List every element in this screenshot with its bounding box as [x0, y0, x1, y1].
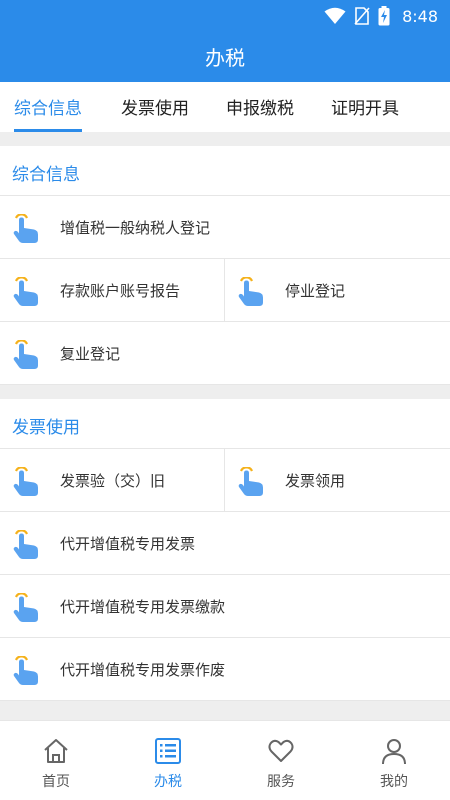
item-issue-vat-special-invoice[interactable]: 代开增值税专用发票: [0, 512, 450, 575]
section-title: 综合信息: [12, 165, 80, 185]
tap-hand-icon: [238, 467, 263, 496]
item-label: 代开增值税专用发票作废: [60, 661, 226, 679]
list-row: 代开增值税专用发票: [0, 512, 450, 575]
battery-charging-icon: [378, 6, 390, 26]
item-label: 代开增值税专用发票缴款: [60, 598, 226, 616]
section-header-general: 综合信息: [0, 146, 450, 196]
list-row: 存款账户账号报告 停业登记: [0, 259, 450, 322]
item-issue-vat-special-invoice-void[interactable]: 代开增值税专用发票作废: [0, 638, 450, 701]
list-row: 代开增值税专用发票缴款: [0, 575, 450, 638]
status-bar: 8:48: [0, 0, 450, 32]
nav-home[interactable]: 首页: [0, 721, 112, 800]
nav-label: 办税: [154, 774, 182, 790]
list-row: 复业登记: [0, 322, 450, 385]
item-business-suspension-registration[interactable]: 停业登记: [225, 259, 450, 322]
nav-label: 服务: [267, 774, 295, 790]
item-label: 代开增值税专用发票: [60, 535, 196, 553]
app-root: 8:48 办税 综合信息 发票使用 申报缴税 证明开具 综合信息 增值税一般纳税…: [0, 0, 450, 800]
item-label: 发票领用: [285, 472, 346, 490]
item-issue-vat-special-invoice-payment[interactable]: 代开增值税专用发票缴款: [0, 575, 450, 638]
item-label: 停业登记: [285, 282, 346, 300]
item-business-resumption-registration[interactable]: 复业登记: [0, 322, 450, 385]
tab-bar: 综合信息 发票使用 申报缴税 证明开具: [0, 82, 450, 132]
tap-hand-icon: [13, 656, 38, 685]
tap-hand-icon: [13, 214, 38, 243]
section-divider: [0, 132, 450, 146]
nav-label: 我的: [380, 774, 408, 790]
tab-certificate[interactable]: 证明开具: [331, 82, 399, 132]
tab-declare-pay[interactable]: 申报缴税: [226, 82, 294, 132]
tap-hand-icon: [13, 277, 38, 306]
item-label: 发票验（交）旧: [60, 472, 166, 490]
list-row: 增值税一般纳税人登记: [0, 196, 450, 259]
item-label: 存款账户账号报告: [60, 282, 181, 300]
no-sim-icon: [354, 7, 370, 25]
wifi-icon: [324, 7, 346, 24]
section-header-invoice: 发票使用: [0, 399, 450, 449]
tap-hand-icon: [13, 593, 38, 622]
section-divider: [0, 701, 450, 720]
bottom-nav: 首页 办税 服务 我的: [0, 720, 450, 800]
tab-invoice-use[interactable]: 发票使用: [121, 82, 189, 132]
item-invoice-claim[interactable]: 发票领用: [225, 449, 450, 512]
list-row: 代开增值税专用发票作废: [0, 638, 450, 701]
section-title: 发票使用: [12, 418, 80, 438]
tab-general-info[interactable]: 综合信息: [14, 82, 82, 132]
status-time: 8:48: [402, 6, 438, 26]
tap-hand-icon: [238, 277, 263, 306]
heart-icon: [268, 739, 294, 762]
item-label: 增值税一般纳税人登记: [60, 219, 211, 237]
nav-service[interactable]: 服务: [225, 721, 337, 800]
app-header: 8:48 办税: [0, 0, 450, 82]
tap-hand-icon: [13, 530, 38, 559]
tap-hand-icon: [13, 340, 38, 369]
nav-tax[interactable]: 办税: [112, 721, 224, 800]
item-label: 复业登记: [60, 345, 121, 363]
item-invoice-verify-return[interactable]: 发票验（交）旧: [0, 449, 225, 512]
nav-label: 首页: [42, 774, 70, 790]
nav-mine[interactable]: 我的: [338, 721, 450, 800]
item-deposit-account-report[interactable]: 存款账户账号报告: [0, 259, 225, 322]
list-icon: [155, 738, 181, 764]
status-icons: 8:48: [324, 6, 438, 26]
list-row: 发票验（交）旧 发票领用: [0, 449, 450, 512]
section-divider: [0, 385, 450, 399]
tap-hand-icon: [13, 467, 38, 496]
page-title: 办税: [205, 46, 245, 70]
item-vat-general-taxpayer-registration[interactable]: 增值税一般纳税人登记: [0, 196, 450, 259]
home-icon: [44, 739, 68, 763]
person-icon: [382, 739, 406, 765]
